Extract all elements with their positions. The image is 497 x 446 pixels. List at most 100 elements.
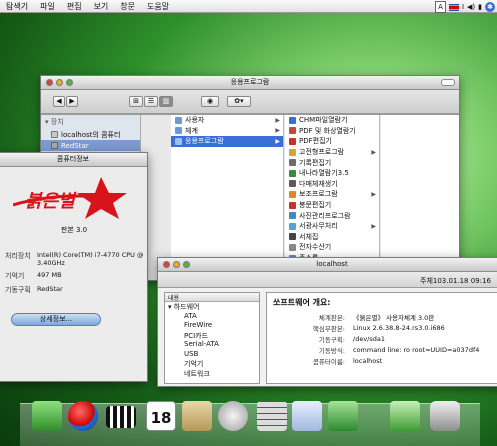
sidebar-item-computer[interactable]: localhost의 콤퓨터 (41, 129, 140, 140)
trash-icon[interactable] (430, 401, 460, 431)
forward-button[interactable]: ▶ (66, 96, 78, 107)
menu-help[interactable]: 도움말 (141, 1, 175, 12)
detail-label: 기동방식: (318, 346, 345, 355)
list-item[interactable]: 봉문편집기 (285, 200, 379, 211)
close-button[interactable] (163, 261, 170, 268)
zoom-button[interactable] (183, 261, 190, 268)
tree-item[interactable]: ▾ 하드웨어 (165, 302, 259, 312)
back-button[interactable]: ◀ (53, 96, 65, 107)
list-item-label: 봉문편집기 (299, 201, 332, 210)
minimize-button[interactable] (173, 261, 180, 268)
toolbar-toggle[interactable] (441, 79, 455, 86)
detail-row: 콤퓨터이름: localhost (273, 355, 495, 366)
app-icon (289, 169, 296, 177)
list-item[interactable]: CHM파일열람기 (285, 115, 379, 126)
list-item[interactable]: 사용자 ▶ (171, 115, 283, 126)
music-player-icon[interactable] (328, 401, 358, 431)
image-viewer-icon[interactable] (218, 401, 248, 431)
detail-label: 핵심부판본: (312, 324, 345, 333)
tree-item[interactable]: 기억기 (165, 359, 259, 369)
list-item[interactable]: PDF편집기 (285, 136, 379, 147)
list-item-label: 다매체재생기 (299, 179, 338, 188)
details-pane: 쏘프트웨어 개요: 체계판본: 《붉은별》 사용자체계 3.0판 핵심부판본: Lin… (266, 292, 497, 384)
list-item[interactable]: 기록편집기 (285, 157, 379, 168)
tree-item[interactable]: PCI카드 (165, 331, 259, 341)
calendar-day: 18 (150, 409, 172, 427)
detail-row: 기동구획: /dev/sda1 (273, 333, 495, 344)
version-label: 판본 3.0 (60, 226, 88, 234)
tree-item[interactable]: ATA (165, 312, 259, 322)
chevron-right-icon: ▶ (371, 190, 376, 198)
system-profiler-title: localhost (316, 260, 348, 268)
dock: 18 (20, 401, 480, 446)
spotlight-icon[interactable]: ✱ (485, 2, 495, 12)
sidebar-item-redstar[interactable]: RedStar (41, 140, 140, 151)
list-item[interactable]: 서체집 (285, 232, 379, 243)
folder-icon (175, 137, 182, 145)
app-icon (289, 222, 296, 230)
list-item[interactable]: 다매체재생기 (285, 179, 379, 190)
tree-header: 내용 (165, 293, 259, 302)
icon-view-button[interactable]: ⊞ (129, 96, 143, 107)
list-item[interactable]: 체계 ▶ (171, 126, 283, 137)
list-view-button[interactable]: ☰ (144, 96, 158, 107)
clapperboard-icon[interactable] (106, 406, 136, 428)
document-icon[interactable] (292, 401, 322, 431)
list-item-label: 서체집 (299, 232, 319, 241)
battery-icon[interactable]: ▮ (478, 2, 482, 12)
list-item-label: 보조프로그람 (299, 190, 338, 199)
list-item[interactable]: 내나라열람기3.5 (285, 168, 379, 179)
app-icon (289, 159, 296, 167)
app-icon (289, 212, 296, 220)
detail-value: localhost (353, 356, 383, 365)
more-info-button[interactable]: 상세정보... (11, 313, 101, 326)
address-book-icon[interactable] (182, 401, 212, 431)
app-icon (289, 233, 296, 241)
flowers-app-icon[interactable] (32, 401, 62, 431)
menu-explorer[interactable]: 탐색기 (0, 1, 34, 12)
zoom-button[interactable] (66, 79, 73, 86)
info-value: Intel(R) Core(TM) i7-4770 CPU @ 3.40GHz (37, 251, 144, 267)
speaker-icon[interactable]: ◀) (467, 2, 475, 12)
menu-window[interactable]: 창문 (114, 1, 141, 12)
tree-list: ▾ 하드웨어 ATA FireWire PCI카드 Serial-ATA USB 기억기 네트… (165, 302, 259, 378)
column-view-button[interactable]: ▥ (159, 96, 173, 107)
svg-text:붉은별: 붉은별 (25, 191, 77, 212)
list-item-label: 기록편집기 (299, 158, 332, 167)
list-item[interactable]: 사진관리프로그람 (285, 210, 379, 221)
content-tree: 내용 ▾ 하드웨어 ATA FireWire PCI카드 Serial-ATA USB 기억… (164, 292, 260, 384)
tree-item[interactable]: USB (165, 350, 259, 360)
status-text: I (461, 3, 465, 11)
window-controls (163, 261, 190, 268)
status-area: A I ◀) ▮ ✱ (435, 1, 495, 13)
redstar-logo: 붉은별 (12, 175, 133, 221)
input-method-indicator[interactable]: A (435, 1, 446, 13)
eye-icon[interactable]: ◉ (201, 96, 219, 107)
list-item[interactable]: 전자수산기 (285, 242, 379, 253)
list-item[interactable]: PDF 및 화상열람기 (285, 126, 379, 137)
tree-item[interactable]: 네트워크 (165, 369, 259, 379)
downloads-icon[interactable] (390, 401, 420, 431)
list-item[interactable]: 서광사무처리 ▶ (285, 221, 379, 232)
tree-item[interactable]: FireWire (165, 321, 259, 331)
detail-value: 《붉은별》 사용자체계 3.0판 (353, 313, 435, 322)
calendar-icon[interactable]: 18 (146, 401, 176, 431)
list-item[interactable]: 고전형프로그람 ▶ (285, 147, 379, 158)
tree-item[interactable]: Serial-ATA (165, 340, 259, 350)
calculator-icon[interactable] (257, 401, 287, 431)
list-item-label: 전자수산기 (299, 243, 332, 252)
folder-icon (175, 127, 182, 135)
minimize-button[interactable] (56, 79, 63, 86)
menu-edit[interactable]: 편집 (61, 1, 88, 12)
menu-file[interactable]: 파일 (34, 1, 61, 12)
list-item-label: 사진관리프로그람 (299, 211, 351, 220)
list-item[interactable]: 보조프로그람 ▶ (285, 189, 379, 200)
column-2: CHM파일열람기 PDF 및 화상열람기 PDF편집기 고전형프로그람 ▶ 기록편집기 내나… (285, 115, 380, 280)
close-button[interactable] (46, 79, 53, 86)
list-item[interactable]: 응용프로그람 ▶ (171, 136, 283, 147)
gear-icon[interactable]: ✿▾ (227, 96, 251, 107)
system-profiler-titlebar: localhost (158, 258, 497, 272)
browser-globe-icon[interactable] (68, 401, 98, 431)
menu-view[interactable]: 보기 (88, 1, 115, 12)
app-icon (289, 148, 296, 156)
